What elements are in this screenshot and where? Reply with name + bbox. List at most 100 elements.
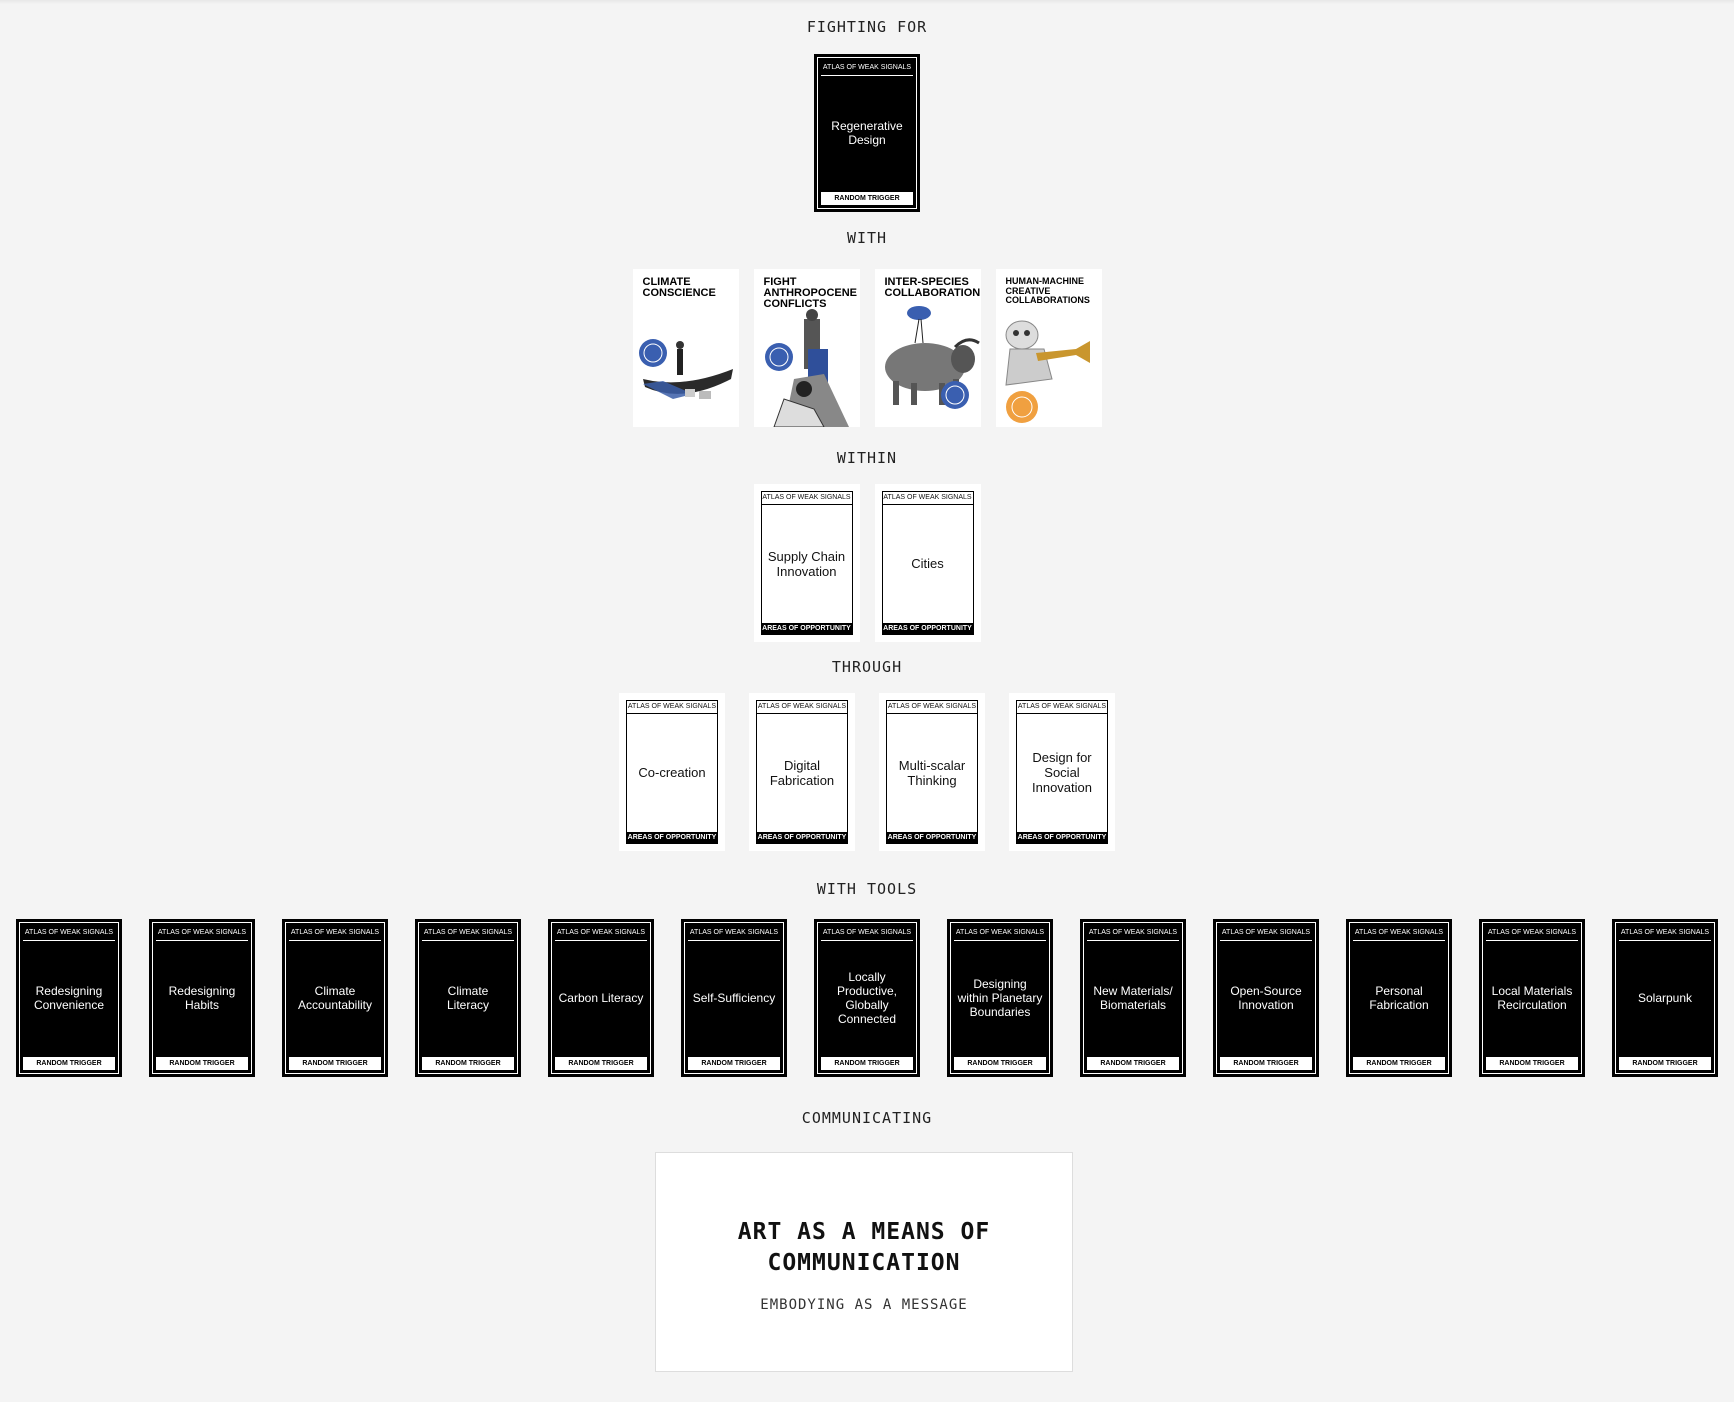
signal-card-inter-species-collaboration[interactable]: INTER-SPECIES COLLABORATION <box>874 269 981 427</box>
card-footer: RANDOM TRIGGER <box>1220 1057 1312 1070</box>
opportunity-card-cities[interactable]: ATLAS OF WEAK SIGNALS Cities AREAS OF OP… <box>874 484 981 642</box>
trigger-card-new-materials-biomaterials[interactable]: ATLAS OF WEAK SIGNALS New Materials/ Biom… <box>1080 919 1186 1077</box>
card-title: HUMAN-MACHINE CREATIVE COLLABORATIONS <box>1005 276 1090 305</box>
badge-icon <box>638 339 667 367</box>
communicating-heading: ART AS A MEANS OF COMMUNICATION <box>737 1219 991 1276</box>
card-footer: AREAS OF OPPORTUNITY <box>757 832 847 843</box>
top-shadow <box>0 0 1734 4</box>
card-title: Design for Social Innovation <box>1032 750 1092 795</box>
with-row: CLIMATE CONSCIENCE FIGHT ANTHROPOCENE CO… <box>0 269 1734 427</box>
card-title: Designing within Planetary Boundaries <box>957 977 1043 1019</box>
card-title: Climate Literacy <box>446 984 490 1012</box>
section-label-fighting-for: FIGHTING FOR <box>806 18 928 36</box>
card-footer: RANDOM TRIGGER <box>555 1057 647 1070</box>
card-footer: AREAS OF OPPORTUNITY <box>627 832 717 843</box>
card-header: ATLAS OF WEAK SIGNALS <box>761 492 852 505</box>
signal-card-human-machine-creative-collaborations[interactable]: HUMAN-MACHINE CREATIVE COLLABORATIONS <box>995 269 1102 427</box>
card-title: Carbon Literacy <box>558 991 644 1005</box>
fighting-for-row: ATLAS OF WEAK SIGNALS Regenerative Desig… <box>0 54 1734 212</box>
signal-card-climate-conscience[interactable]: CLIMATE CONSCIENCE <box>632 269 739 427</box>
card-header: ATLAS OF WEAK SIGNALS <box>555 926 647 941</box>
card-title: Climate Accountability <box>297 984 373 1012</box>
card-header: ATLAS OF WEAK SIGNALS <box>821 926 913 941</box>
card-footer: RANDOM TRIGGER <box>422 1057 514 1070</box>
card-header: ATLAS OF WEAK SIGNALS <box>422 926 514 941</box>
card-title: Solarpunk <box>1637 991 1693 1005</box>
card-header: ATLAS OF WEAK SIGNALS <box>1353 926 1445 941</box>
opportunity-card-design-for-social-innovation[interactable]: ATLAS OF WEAK SIGNALS Design for Social … <box>1009 693 1115 851</box>
card-title: Local Materials Recirculation <box>1491 984 1573 1012</box>
card-footer: RANDOM TRIGGER <box>289 1057 381 1070</box>
opportunity-card-co-creation[interactable]: ATLAS OF WEAK SIGNALS Co-creation AREAS … <box>619 693 725 851</box>
card-footer: RANDOM TRIGGER <box>1619 1057 1711 1070</box>
section-label-through: THROUGH <box>831 658 903 676</box>
card-header: ATLAS OF WEAK SIGNALS <box>821 61 913 76</box>
card-title: Cities <box>911 556 944 571</box>
trigger-card-locally-productive-globally-connected[interactable]: ATLAS OF WEAK SIGNALS Locally Productive,… <box>814 919 920 1077</box>
card-header: ATLAS OF WEAK SIGNALS <box>688 926 780 941</box>
card-title: Personal Fabrication <box>1369 984 1429 1012</box>
trigger-card-climate-literacy[interactable]: ATLAS OF WEAK SIGNALS Climate Literacy RAN… <box>415 919 521 1077</box>
section-label-communicating: COMMUNICATING <box>801 1109 933 1127</box>
card-footer: RANDOM TRIGGER <box>1353 1057 1445 1070</box>
trigger-card-open-source-innovation[interactable]: ATLAS OF WEAK SIGNALS Open-Source Innovat… <box>1213 919 1319 1077</box>
card-footer: RANDOM TRIGGER <box>1087 1057 1179 1070</box>
opportunity-card-supply-chain-innovation[interactable]: ATLAS OF WEAK SIGNALS Supply Chain Innov… <box>753 484 860 642</box>
trigger-card-climate-accountability[interactable]: ATLAS OF WEAK SIGNALS Climate Accountabil… <box>282 919 388 1077</box>
section-label-within: WITHIN <box>836 449 898 467</box>
card-title: Supply Chain Innovation <box>767 548 846 579</box>
card-title: INTER-SPECIES COLLABORATION <box>884 276 981 299</box>
trigger-card-redesigning-habits[interactable]: ATLAS OF WEAK SIGNALS Redesigning Habits R… <box>149 919 255 1077</box>
card-footer: AREAS OF OPPORTUNITY <box>887 832 977 843</box>
through-row: ATLAS OF WEAK SIGNALS Co-creation AREAS … <box>0 693 1734 851</box>
trigger-card-regenerative-design[interactable]: ATLAS OF WEAK SIGNALS Regenerative Desig… <box>814 54 920 212</box>
badge-icon <box>940 381 969 409</box>
card-footer: RANDOM TRIGGER <box>156 1057 248 1070</box>
card-header: ATLAS OF WEAK SIGNALS <box>289 926 381 941</box>
trigger-card-designing-within-planetary-boundaries[interactable]: ATLAS OF WEAK SIGNALS Designing within Pl… <box>947 919 1053 1077</box>
card-footer: RANDOM TRIGGER <box>23 1057 115 1070</box>
card-header: ATLAS OF WEAK SIGNALS <box>954 926 1046 941</box>
card-footer: AREAS OF OPPORTUNITY <box>882 623 973 634</box>
trigger-card-personal-fabrication[interactable]: ATLAS OF WEAK SIGNALS Personal Fabricatio… <box>1346 919 1452 1077</box>
card-title: Redesigning Habits <box>168 984 236 1012</box>
card-header: ATLAS OF WEAK SIGNALS <box>1486 926 1578 941</box>
card-header: ATLAS OF WEAK SIGNALS <box>757 701 847 714</box>
communicating-card[interactable]: ART AS A MEANS OF COMMUNICATION EMBODYIN… <box>655 1152 1073 1372</box>
card-footer: RANDOM TRIGGER <box>688 1057 780 1070</box>
card-header: ATLAS OF WEAK SIGNALS <box>1087 926 1179 941</box>
card-title: Regenerative Design <box>831 119 903 147</box>
opportunity-card-multi-scalar-thinking[interactable]: ATLAS OF WEAK SIGNALS Multi-scalar Think… <box>879 693 985 851</box>
card-footer: RANDOM TRIGGER <box>1486 1057 1578 1070</box>
section-label-with-tools: WITH TOOLS <box>816 880 918 898</box>
trigger-card-local-materials-recirculation[interactable]: ATLAS OF WEAK SIGNALS Local Materials Rec… <box>1479 919 1585 1077</box>
card-title: Digital Fabrication <box>769 757 835 788</box>
card-title: Co-creation <box>638 765 706 780</box>
trigger-card-redesigning-convenience[interactable]: ATLAS OF WEAK SIGNALS Redesigning Conveni… <box>16 919 122 1077</box>
card-header: ATLAS OF WEAK SIGNALS <box>1220 926 1312 941</box>
card-title: Self-Sufficiency <box>692 991 776 1005</box>
section-label-with: WITH <box>846 229 888 247</box>
card-title: New Materials/ Biomaterials <box>1093 984 1173 1012</box>
card-title: Locally Productive, Globally Connected <box>836 970 898 1026</box>
card-title: Open-Source Innovation <box>1230 984 1302 1012</box>
opportunity-card-digital-fabrication[interactable]: ATLAS OF WEAK SIGNALS Digital Fabricatio… <box>749 693 855 851</box>
trigger-card-solarpunk[interactable]: ATLAS OF WEAK SIGNALS Solarpunk RANDOM TRI… <box>1612 919 1718 1077</box>
trigger-card-carbon-literacy[interactable]: ATLAS OF WEAK SIGNALS Carbon Literacy RAND… <box>548 919 654 1077</box>
card-footer: RANDOM TRIGGER <box>821 192 913 205</box>
badge-icon <box>1005 391 1038 423</box>
trigger-card-self-sufficiency[interactable]: ATLAS OF WEAK SIGNALS Self-Sufficiency RAN… <box>681 919 787 1077</box>
signal-card-fight-anthropocene-conflicts[interactable]: FIGHT ANTHROPOCENE CONFLICTS <box>753 269 860 427</box>
badge-icon <box>764 343 793 371</box>
communicating-subheading: EMBODYING AS A MESSAGE <box>760 1297 968 1313</box>
card-footer: RANDOM TRIGGER <box>821 1057 913 1070</box>
card-header: ATLAS OF WEAK SIGNALS <box>1017 701 1107 714</box>
card-header: ATLAS OF WEAK SIGNALS <box>882 492 973 505</box>
card-title: Multi-scalar Thinking <box>898 757 966 788</box>
card-header: ATLAS OF WEAK SIGNALS <box>156 926 248 941</box>
card-header: ATLAS OF WEAK SIGNALS <box>627 701 717 714</box>
card-title: FIGHT ANTHROPOCENE CONFLICTS <box>763 276 858 310</box>
card-header: ATLAS OF WEAK SIGNALS <box>887 701 977 714</box>
card-footer: AREAS OF OPPORTUNITY <box>761 623 852 634</box>
tools-row: ATLAS OF WEAK SIGNALS Redesigning Conveni… <box>0 919 1734 1077</box>
